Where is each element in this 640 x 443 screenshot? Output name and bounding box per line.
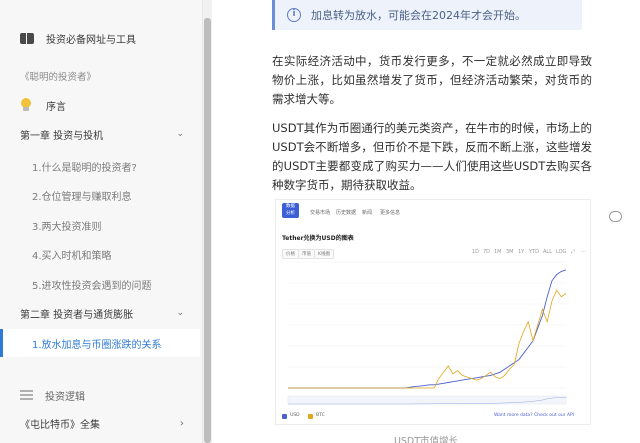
sidebar-item-ch1-3[interactable]: 3.两大投资准则 [0,211,200,239]
comment-icon[interactable] [609,211,622,222]
chart-navigator [287,395,567,405]
sidebar-item-label: 第二章 投资者与通货膨胀 [20,309,134,321]
image-caption: USDT市值增长 [393,436,459,443]
paragraph: 在实际经济活动中，货币发行更多，不一定就必然成立即导致物价上涨，比如虽然增发了货… [272,54,592,106]
sidebar-item-bitcoin-collection[interactable]: 《屯比特币》全集 › [0,409,200,437]
api-link: Want more data? Check out our API [494,413,575,418]
sidebar-item-ch2-1-active[interactable]: 1.放水加息与币圈涨跌的关系 [0,329,200,357]
sidebar-item-ch1-1[interactable]: 1.什么是聪明的投资者? [0,152,200,180]
legend-swatch-btc [308,414,313,419]
sidebar-item-preface[interactable]: 序言 [0,91,200,119]
chevron-right-icon[interactable]: › [180,417,184,430]
chevron-down-icon[interactable]: ⌄ [176,308,184,318]
sidebar-chapter-1[interactable]: 第一章 投资与投机 ⌄ [0,120,200,148]
sidebar-item-label: 第一章 投资与投机 [20,130,104,142]
legend-label: USD [290,413,300,418]
paragraph: USDT其作为币圈通行的美元类资产，在牛市的时候，市场上的USDT会不断增多，但… [272,121,592,192]
sidebar-item-label: 1.什么是聪明的投资者? [32,162,137,174]
sidebar-chapter-2[interactable]: 第二章 投资者与通货膨胀 ⌄ [0,299,200,327]
usdt-line-chart [287,261,567,405]
sidebar-item-logic[interactable]: 投资逻辑 [0,381,200,409]
sidebar-item-label: 4.买入时机和策略 [32,250,112,262]
sidebar-nav: 投资必备网址与工具 《聪明的投资者》 序言 第一章 投资与投机 ⌄ 1.什么是聪… [0,0,203,443]
sidebar-item-tools[interactable]: 投资必备网址与工具 [0,24,200,52]
legend-swatch-usd [282,414,287,419]
sidebar-item-label: 1.放水加息与币圈涨跌的关系 [32,339,162,351]
book-icon [20,32,34,44]
sidebar-group-intelligent-investor: 《聪明的投资者》 [0,62,200,90]
article-content: i 加息转为放水，可能会在2024年才会开始。 在实际经济活动中，货币发行更多，… [212,0,640,443]
lightbulb-icon [20,98,32,112]
sidebar-item-label: 5.进攻性投资会遇到的问题 [32,280,152,292]
info-callout: i 加息转为放水，可能会在2024年才会开始。 [272,0,582,30]
callout-text: 加息转为放水，可能会在2024年才会开始。 [311,9,526,22]
sidebar-item-label: 序言 [46,101,66,113]
sidebar-item-label: 投资必备网址与工具 [46,34,136,46]
sidebar-item-ch1-5[interactable]: 5.进攻性投资会遇到的问题 [0,270,200,298]
sidebar-scrollbar[interactable] [203,0,212,443]
list-icon [20,390,33,400]
sidebar-item-label: 3.两大投资准则 [32,221,102,233]
scrollbar-thumb[interactable] [204,18,211,443]
embedded-chart-image: 数据 分析 交易市场 历史数据 新闻 更多信息 Tether兑换为USD的图表 … [275,199,591,425]
legend-label: BTC [316,413,325,418]
sidebar-item-ch1-4[interactable]: 4.买入时机和策略 [0,240,200,268]
series-line-usd [288,269,567,389]
sidebar-item-label: 《聪明的投资者》 [20,72,97,83]
info-icon: i [287,8,301,22]
series-line-btc [288,289,567,389]
chevron-down-icon[interactable]: ⌄ [176,129,184,139]
sidebar-item-label: 2.仓位管理与赚取利息 [32,191,132,203]
sidebar-item-label: 投资逻辑 [45,391,85,403]
sidebar-item-label: 《屯比特币》全集 [20,419,100,431]
sidebar-item-ch1-2[interactable]: 2.仓位管理与赚取利息 [0,181,200,209]
